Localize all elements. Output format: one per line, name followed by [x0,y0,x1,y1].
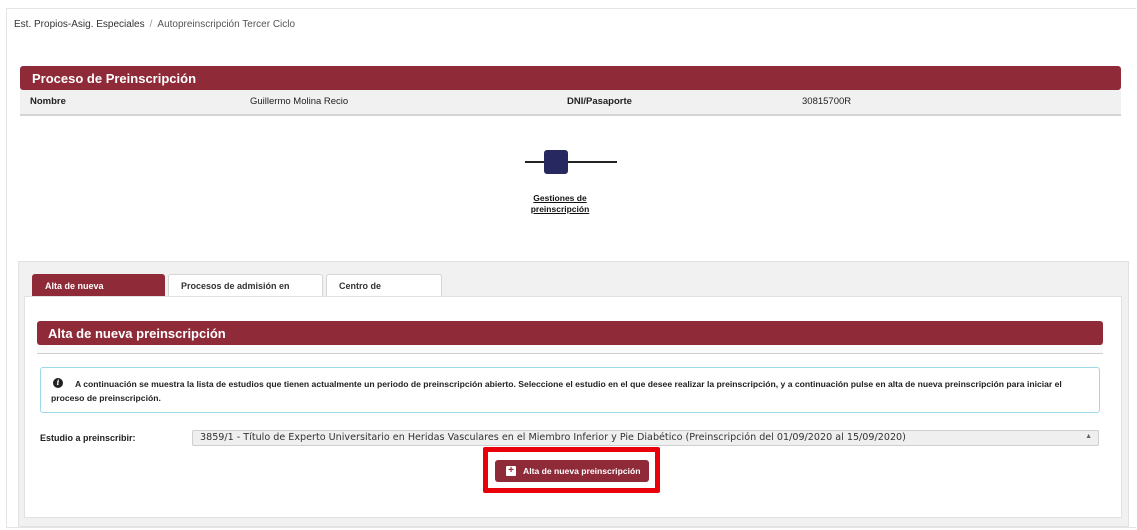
breadcrumb-item-current: Autopreinscripción Tercer Ciclo [157,19,296,30]
breadcrumb: Est. Propios-Asig. Especiales / Autopreins… [14,19,295,30]
alta-title: Alta de nueva preinscripción [48,326,226,341]
tab-centro-notificaciones[interactable]: Centro de notificaciones [326,274,442,313]
student-info-row: Nombre Guillermo Molina Recio DNI/Pasapo… [20,90,1121,116]
stepper-line-left [525,161,544,163]
estudio-selected-value: 3859/1 - Título de Experto Universitario… [200,432,906,443]
estudio-label: Estudio a preinscribir: [40,433,136,443]
estudio-select[interactable]: 3859/1 - Título de Experto Universitario… [192,430,1099,446]
info-alert: i A continuación se muestra la lista de … [40,367,1100,413]
step-label-gestiones[interactable]: Gestiones de preinscripción [520,193,600,215]
select-arrow-icon: ▲ [1085,433,1092,440]
breadcrumb-separator: / [149,19,153,30]
alta-nueva-preinscripcion-button[interactable]: + Alta de nueva preinscripción [495,460,649,482]
alta-header: Alta de nueva preinscripción [37,321,1103,345]
alta-button-label: Alta de nueva preinscripción [523,466,641,476]
step-marker[interactable] [544,150,568,174]
dni-value: 30815700R [802,96,852,107]
plus-icon: + [506,466,516,476]
stepper-line-right [568,161,617,163]
tab-procesos-admision[interactable]: Procesos de admisión en curso (0) [168,274,323,313]
nombre-value: Guillermo Molina Recio [250,96,349,107]
tab-alta-nueva-preinscripcion[interactable]: Alta de nueva preinscripción [32,274,165,313]
nombre-label: Nombre [30,96,66,107]
info-alert-text: A continuación se muestra la lista de es… [51,379,1062,403]
breadcrumb-item-est-propios[interactable]: Est. Propios-Asig. Especiales [14,19,145,30]
proceso-title: Proceso de Preinscripción [32,71,197,86]
proceso-header: Proceso de Preinscripción [20,66,1121,90]
dni-label: DNI/Pasaporte [567,96,632,107]
alta-header-divider [37,345,1103,354]
progress-stepper [525,150,617,174]
